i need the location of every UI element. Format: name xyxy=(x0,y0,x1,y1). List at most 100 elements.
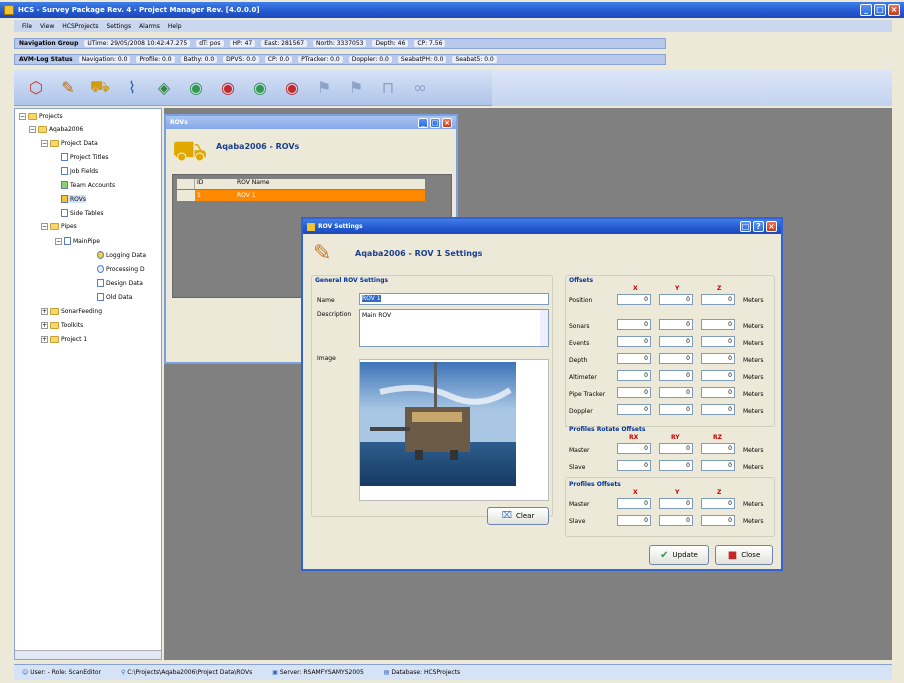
lock-icon[interactable]: ⊓ xyxy=(376,76,400,100)
close-button[interactable]: × xyxy=(888,4,900,16)
depth-x-field[interactable]: 0 xyxy=(617,353,651,364)
projects-icon[interactable]: ⬡ xyxy=(24,76,48,100)
rotate-master-rz-field[interactable]: 0 xyxy=(701,443,735,454)
rotate-slave-rz-field[interactable]: 0 xyxy=(701,460,735,471)
red-disk-icon[interactable]: ◉ xyxy=(216,76,240,100)
collapse-icon[interactable]: − xyxy=(19,113,26,120)
pipe-tracker-y-field[interactable]: 0 xyxy=(659,387,693,398)
edit-icon[interactable]: ✎ xyxy=(56,76,80,100)
column-header-rov-name[interactable]: ROV Name xyxy=(235,179,425,189)
rotate-master-ry-field[interactable]: 0 xyxy=(659,443,693,454)
maximize-button[interactable]: □ xyxy=(874,4,886,16)
rovs-maximize-button[interactable]: □ xyxy=(430,117,440,128)
profiles-master-y-field[interactable]: 0 xyxy=(659,498,693,509)
rotate-slave-ry-field[interactable]: 0 xyxy=(659,460,693,471)
tree-item-team-accounts[interactable]: Team Accounts xyxy=(61,181,115,189)
tree-item-design-data[interactable]: Design Data xyxy=(97,279,143,287)
name-field[interactable]: ROV 1 xyxy=(359,293,549,305)
profiles-slave-z-field[interactable]: 0 xyxy=(701,515,735,526)
tree-item-logging-data[interactable]: Logging Data xyxy=(97,251,146,259)
tree-item-old-data[interactable]: Old Data xyxy=(97,293,132,301)
column-header-id[interactable]: ID xyxy=(195,179,235,189)
profiles-master-x-field[interactable]: 0 xyxy=(617,498,651,509)
position-z-field[interactable]: 0 xyxy=(701,294,735,305)
map-icon[interactable]: ◈ xyxy=(152,76,176,100)
description-scrollbar[interactable] xyxy=(540,310,548,346)
tree-item-project-titles[interactable]: Project Titles xyxy=(61,153,108,161)
tree-item-sonarfeeding[interactable]: + SonarFeeding xyxy=(41,308,102,315)
tree-item-project1[interactable]: + Project 1 xyxy=(41,336,87,343)
vehicle-icon[interactable]: ⛟ xyxy=(88,76,112,100)
tree-item-project-data[interactable]: − Project Data xyxy=(41,140,98,147)
minimize-button[interactable]: _ xyxy=(860,4,872,16)
altimeter-y-field[interactable]: 0 xyxy=(659,370,693,381)
flag2-icon[interactable]: ⚑ xyxy=(344,76,368,100)
close-button-label: Close xyxy=(741,551,761,559)
altimeter-z-field[interactable]: 0 xyxy=(701,370,735,381)
profiles-slave-y-field[interactable]: 0 xyxy=(659,515,693,526)
menu-hcsprojects[interactable]: HCSProjects xyxy=(62,23,98,30)
tree-item-pipes[interactable]: − Pipes xyxy=(41,223,77,230)
rovs-minimize-button[interactable]: _ xyxy=(418,117,428,128)
rotate-slave-rx-field[interactable]: 0 xyxy=(617,460,651,471)
row-selector[interactable] xyxy=(177,190,195,201)
position-y-field[interactable]: 0 xyxy=(659,294,693,305)
doppler-y-field[interactable]: 0 xyxy=(659,404,693,415)
altimeter-x-field[interactable]: 0 xyxy=(617,370,651,381)
sonars-y-field[interactable]: 0 xyxy=(659,319,693,330)
pipe-tracker-x-field[interactable]: 0 xyxy=(617,387,651,398)
tree-item-rovs[interactable]: ROVs xyxy=(61,195,87,203)
flag-icon[interactable]: ⚑ xyxy=(312,76,336,100)
close-dialog-button[interactable]: ■ Close xyxy=(715,545,773,565)
clear-button[interactable]: ⌧ Clear xyxy=(487,507,549,525)
collapse-icon[interactable]: − xyxy=(55,237,62,245)
tree-item-projects[interactable]: − Projects xyxy=(19,113,63,120)
table-row[interactable]: 1 ROV 1 xyxy=(177,190,425,201)
link-icon[interactable]: ∞ xyxy=(408,76,432,100)
green-disk-icon[interactable]: ◉ xyxy=(184,76,208,100)
red-disk2-icon[interactable]: ◉ xyxy=(280,76,304,100)
settings-close-button[interactable]: × xyxy=(766,221,777,232)
menu-view[interactable]: View xyxy=(40,23,54,30)
menu-alarms[interactable]: Alarms xyxy=(139,23,160,30)
profiles-slave-x-field[interactable]: 0 xyxy=(617,515,651,526)
description-field[interactable]: Main ROV xyxy=(359,309,549,347)
rotate-master-rx-field[interactable]: 0 xyxy=(617,443,651,454)
position-x-field[interactable]: 0 xyxy=(617,294,651,305)
expand-icon[interactable]: + xyxy=(41,322,48,329)
pipe-tracker-z-field[interactable]: 0 xyxy=(701,387,735,398)
settings-minimize-button[interactable]: □ xyxy=(740,221,751,232)
tree-item-side-tables[interactable]: Side Tables xyxy=(61,209,104,217)
expand-icon[interactable]: + xyxy=(41,308,48,315)
profiles-master-z-field[interactable]: 0 xyxy=(701,498,735,509)
rov-icon xyxy=(61,195,68,203)
tree-item-processing-data[interactable]: Processing D xyxy=(97,265,145,273)
tree-item-toolkits[interactable]: + Toolkits xyxy=(41,322,83,329)
menu-help[interactable]: Help xyxy=(168,23,182,30)
depth-z-field[interactable]: 0 xyxy=(701,353,735,364)
sonars-z-field[interactable]: 0 xyxy=(701,319,735,330)
green-disk2-icon[interactable]: ◉ xyxy=(248,76,272,100)
collapse-icon[interactable]: − xyxy=(41,140,48,147)
settings-help-button[interactable]: ? xyxy=(753,221,764,232)
doppler-z-field[interactable]: 0 xyxy=(701,404,735,415)
avm-status-bar: AVM-Log Status Navigation: 0.0 Profile: … xyxy=(14,54,666,65)
events-z-field[interactable]: 0 xyxy=(701,336,735,347)
doppler-x-field[interactable]: 0 xyxy=(617,404,651,415)
collapse-icon[interactable]: − xyxy=(41,223,48,230)
menu-file[interactable]: File xyxy=(22,23,32,30)
rovs-close-button[interactable]: × xyxy=(442,117,452,128)
tree-horizontal-scrollbar[interactable] xyxy=(15,650,161,659)
update-button[interactable]: ✔ Update xyxy=(649,545,709,565)
sonars-x-field[interactable]: 0 xyxy=(617,319,651,330)
events-x-field[interactable]: 0 xyxy=(617,336,651,347)
menu-settings[interactable]: Settings xyxy=(106,23,131,30)
tree-item-mainpipe[interactable]: − MainPipe xyxy=(55,237,100,245)
expand-icon[interactable]: + xyxy=(41,336,48,343)
collapse-icon[interactable]: − xyxy=(29,126,36,133)
tree-item-aqaba2006[interactable]: − Aqaba2006 xyxy=(29,126,83,133)
pipe-icon[interactable]: ⌇ xyxy=(120,76,144,100)
events-y-field[interactable]: 0 xyxy=(659,336,693,347)
depth-y-field[interactable]: 0 xyxy=(659,353,693,364)
tree-item-job-fields[interactable]: Job Fields xyxy=(61,167,98,175)
